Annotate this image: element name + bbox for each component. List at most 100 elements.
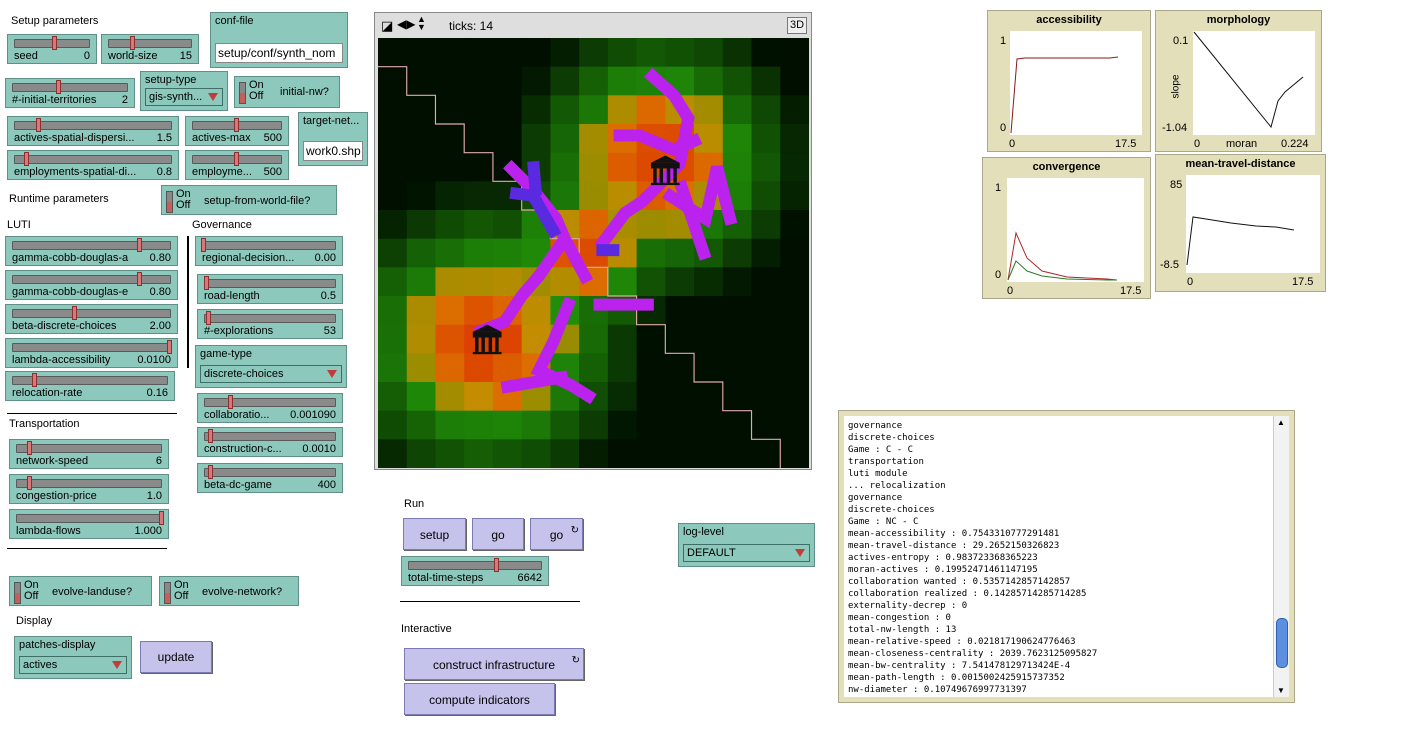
compute-indicators-button[interactable]: compute indicators <box>404 683 555 715</box>
setup-type-chooser[interactable]: setup-type gis-synth... <box>140 71 228 111</box>
beta-discrete-knob[interactable] <box>72 306 77 320</box>
output-line: total-nw-length : 13 <box>848 625 957 635</box>
gamma-cobb-douglas-e-slider[interactable]: gamma-cobb-douglas-e 0.80 <box>5 270 178 300</box>
patch <box>751 410 781 440</box>
patch <box>435 66 465 96</box>
actives-spatial-dispersion-slider[interactable]: actives-spatial-dispersi... 1.5 <box>7 116 179 146</box>
road-length-knob[interactable] <box>204 276 209 290</box>
patch <box>751 95 781 125</box>
employments-spatial-slider[interactable]: employments-spatial-di... 0.8 <box>7 150 179 180</box>
patch <box>694 382 724 412</box>
actives-max-knob[interactable] <box>234 118 239 132</box>
explorations-slider[interactable]: #-explorations 53 <box>197 309 343 339</box>
patch <box>550 124 580 154</box>
patch <box>722 353 753 383</box>
congestion-price-slider[interactable]: congestion-price 1.0 <box>9 474 169 504</box>
world-size-slider[interactable]: world-size 15 <box>101 34 199 64</box>
patch <box>579 439 609 468</box>
lambda-flows-slider[interactable]: lambda-flows 1.000 <box>9 509 169 539</box>
employments-max-slider[interactable]: employme... 500 <box>185 150 289 180</box>
vertical-divider <box>187 236 189 368</box>
lambda-flows-knob[interactable] <box>159 511 164 525</box>
gamma-cobb-douglas-a-slider[interactable]: gamma-cobb-douglas-a 0.80 <box>5 236 178 266</box>
lambda-accessibility-knob[interactable] <box>167 340 172 354</box>
patch <box>550 152 580 182</box>
seed-slider[interactable]: seed 0 <box>7 34 97 64</box>
3d-view-button[interactable]: 3D <box>787 17 807 34</box>
go-forever-button[interactable]: go ↻ <box>530 518 583 550</box>
output-text[interactable]: governance discrete-choices Game : C - C tr… <box>844 416 1274 697</box>
scroll-up-icon[interactable]: ▲ <box>1277 418 1285 427</box>
beta-dc-game-slider[interactable]: beta-dc-game 400 <box>197 463 343 493</box>
patches-display-chooser[interactable]: patches-display actives <box>14 636 132 679</box>
log-level-chooser[interactable]: log-level DEFAULT <box>678 523 815 567</box>
relocation-rate-slider[interactable]: relocation-rate 0.16 <box>5 371 175 401</box>
collaboration-slider[interactable]: collaboratio... 0.001090 <box>197 393 343 423</box>
construction-cost-knob[interactable] <box>208 429 213 443</box>
plot-title: accessibility <box>1036 14 1102 26</box>
patches-display-select[interactable]: actives <box>19 656 127 674</box>
world-canvas[interactable] <box>378 38 809 468</box>
seed-knob[interactable] <box>52 36 57 50</box>
patch <box>378 296 408 326</box>
edit-icon[interactable]: ◪ <box>381 18 393 34</box>
employments-max-knob[interactable] <box>234 152 239 166</box>
plot-title: mean-travel-distance <box>1185 158 1296 170</box>
network-speed-slider[interactable]: network-speed 6 <box>9 439 169 469</box>
lambda-accessibility-slider[interactable]: lambda-accessibility 0.0100 <box>5 338 178 368</box>
patch <box>579 38 609 68</box>
setup-button[interactable]: setup <box>403 518 466 550</box>
beta-dc-game-knob[interactable] <box>208 465 213 479</box>
patch <box>521 439 551 468</box>
collaboration-knob[interactable] <box>228 395 233 409</box>
game-type-chooser[interactable]: game-type discrete-choices <box>195 345 347 388</box>
evolve-landuse-switch[interactable]: On Off evolve-landuse? <box>9 576 152 606</box>
construction-cost-slider[interactable]: construction-c... 0.0010 <box>197 427 343 457</box>
patch <box>492 353 523 383</box>
total-time-steps-slider[interactable]: total-time-steps 6642 <box>401 556 549 586</box>
patch <box>550 267 580 297</box>
initial-territories-knob[interactable] <box>56 80 61 94</box>
log-level-select[interactable]: DEFAULT <box>683 544 810 562</box>
output-scrollbar[interactable]: ▲ ▼ <box>1273 416 1289 697</box>
scroll-thumb[interactable] <box>1276 618 1288 668</box>
patch <box>694 410 724 440</box>
beta-discrete-choices-slider[interactable]: beta-discrete-choices 2.00 <box>5 304 178 334</box>
world-view: ◪ ◀▶ ▲ ▼ ticks: 14 3D <box>374 12 812 470</box>
setup-type-select[interactable]: gis-synth... <box>145 88 223 106</box>
go-once-button[interactable]: go <box>472 518 524 550</box>
relocation-rate-knob[interactable] <box>32 373 37 387</box>
regional-decision-slider[interactable]: regional-decision... 0.00 <box>195 236 343 266</box>
move-icon[interactable]: ◀▶ <box>397 17 415 31</box>
target-network-input[interactable]: target-net... work0.shp <box>298 112 368 166</box>
patch <box>579 353 609 383</box>
actives-spatial-dispersion-knob[interactable] <box>36 118 41 132</box>
game-type-select[interactable]: discrete-choices <box>200 365 342 383</box>
patch <box>521 38 551 68</box>
conf-file-input[interactable]: conf-file setup/conf/synth_nom <box>210 12 348 68</box>
employments-spatial-knob[interactable] <box>24 152 29 166</box>
setup-from-world-file-switch[interactable]: On Off setup-from-world-file? <box>161 185 337 215</box>
scroll-down-icon[interactable]: ▼ <box>1277 686 1285 695</box>
gamma-a-knob[interactable] <box>137 238 142 252</box>
gamma-e-knob[interactable] <box>137 272 142 286</box>
speed-icon[interactable]: ▲ ▼ <box>417 15 426 32</box>
initial-territories-slider[interactable]: #-initial-territories 2 <box>5 78 135 108</box>
world-size-knob[interactable] <box>130 36 135 50</box>
evolve-network-switch[interactable]: On Off evolve-network? <box>159 576 299 606</box>
conf-file-field[interactable]: setup/conf/synth_nom <box>215 43 343 63</box>
total-time-steps-knob[interactable] <box>494 558 499 572</box>
congestion-price-knob[interactable] <box>27 476 32 490</box>
output-line: mean-relative-speed : 0.0218171906247764… <box>848 637 1076 647</box>
initial-nw-switch[interactable]: On Off initial-nw? <box>234 76 340 108</box>
construct-infrastructure-button[interactable]: construct infrastructure ↻ <box>404 648 584 680</box>
network-speed-knob[interactable] <box>27 441 32 455</box>
patch <box>435 38 465 68</box>
road-length-slider[interactable]: road-length 0.5 <box>197 274 343 304</box>
patch <box>780 152 809 182</box>
regional-decision-knob[interactable] <box>201 238 206 252</box>
update-button[interactable]: update <box>140 641 212 673</box>
actives-max-slider[interactable]: actives-max 500 <box>185 116 289 146</box>
explorations-knob[interactable] <box>206 311 211 325</box>
target-network-field[interactable]: work0.shp <box>303 141 363 161</box>
